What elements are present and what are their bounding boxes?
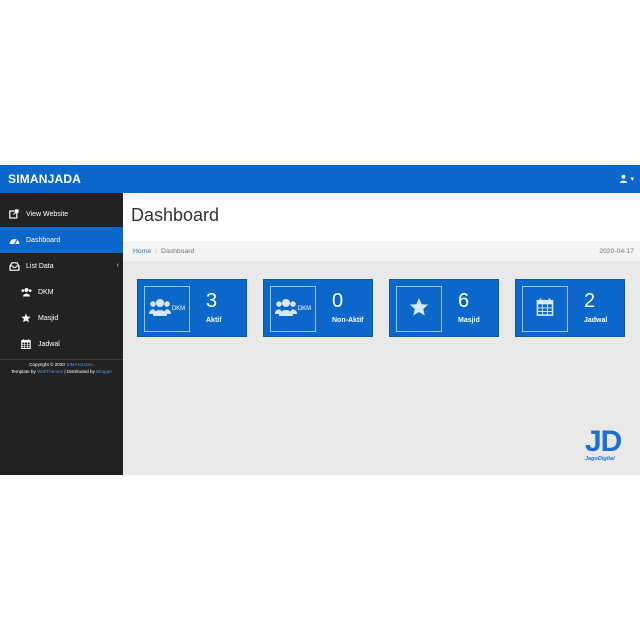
sidebar-item-label: List Data bbox=[26, 262, 54, 270]
users-icon bbox=[20, 286, 32, 298]
card-label: Jadwal bbox=[584, 317, 608, 324]
stat-card-masjid[interactable]: 6 Masjid bbox=[389, 279, 499, 337]
star-icon bbox=[20, 312, 32, 324]
copyright-text: Copyright © 2020 bbox=[29, 362, 65, 367]
page-title: Dashboard bbox=[131, 205, 220, 225]
card-icon-label: DKM bbox=[297, 306, 312, 312]
calendar-icon bbox=[536, 298, 554, 321]
distributed-link[interactable]: Blogger bbox=[96, 369, 112, 374]
sidebar-item-label: Dashboard bbox=[26, 236, 61, 244]
breadcrumb-current: Dashboard bbox=[161, 247, 195, 255]
chevron-down-icon: ▾ bbox=[630, 176, 634, 183]
sidebar-item-jadwal[interactable]: Jadwal bbox=[0, 331, 123, 357]
stat-card-jadwal[interactable]: 2 Jadwal bbox=[515, 279, 625, 337]
jagodigital-watermark: JD JagoDigital bbox=[585, 427, 629, 469]
sidebar-item-label: View Website bbox=[26, 210, 69, 218]
card-value: 2 bbox=[584, 290, 596, 312]
card-icon-box: DKM bbox=[270, 286, 316, 332]
card-icon-box: DKM bbox=[144, 286, 190, 332]
stat-cards: DKM 3 Aktif DKM 0 Non-Aktif 6 Masjid 2 J… bbox=[137, 279, 625, 337]
dashboard-icon bbox=[8, 234, 20, 246]
card-label: Masjid bbox=[458, 317, 480, 324]
brand-title[interactable]: SIMANJADA bbox=[8, 172, 81, 186]
breadcrumb-separator: / bbox=[155, 247, 158, 255]
external-link-icon bbox=[8, 208, 20, 220]
breadcrumb: Home / Dashboard 2020-04-17 bbox=[123, 241, 640, 261]
credits-line: Template by WebThemez | Distributed by B… bbox=[0, 368, 123, 375]
template-link[interactable]: WebThemez bbox=[37, 369, 63, 374]
top-navbar: SIMANJADA ▾ bbox=[0, 165, 640, 193]
stat-card-dkm-non-aktif[interactable]: DKM 0 Non-Aktif bbox=[263, 279, 373, 337]
card-icon-box bbox=[522, 286, 568, 332]
main-content: Dashboard Home / Dashboard 2020-04-17 DK… bbox=[123, 193, 640, 475]
watermark-logo: JD bbox=[585, 425, 622, 458]
calendar-icon bbox=[20, 338, 32, 350]
card-label: Non-Aktif bbox=[332, 317, 364, 324]
card-label: Aktif bbox=[206, 317, 222, 324]
breadcrumb-trail: Home / Dashboard bbox=[133, 248, 194, 255]
copyright-link[interactable]: SIMANJADA bbox=[66, 362, 92, 367]
copyright-period: . bbox=[92, 362, 94, 367]
sidebar-item-label: Jadwal bbox=[38, 340, 60, 348]
users-icon bbox=[148, 297, 171, 322]
watermark-text: JagoDigital bbox=[585, 456, 615, 462]
chevron-left-icon: ‹ bbox=[116, 262, 119, 269]
sidebar-item-label: Masjid bbox=[38, 314, 59, 322]
stat-card-dkm-aktif[interactable]: DKM 3 Aktif bbox=[137, 279, 247, 337]
card-icon-label: DKM bbox=[171, 306, 186, 312]
sidebar-footer: Copyright © 2020 SIMANJADA. Template by … bbox=[0, 360, 123, 375]
page-header: Dashboard bbox=[123, 193, 640, 241]
copyright-line: Copyright © 2020 SIMANJADA. bbox=[0, 361, 123, 368]
card-value: 0 bbox=[332, 290, 344, 312]
app-window: SIMANJADA ▾ View Website Dashboard List … bbox=[0, 165, 640, 475]
sidebar-item-masjid[interactable]: Masjid bbox=[0, 305, 123, 331]
user-icon bbox=[619, 170, 628, 188]
sidebar-item-dashboard[interactable]: Dashboard bbox=[0, 227, 123, 253]
card-value: 6 bbox=[458, 290, 470, 312]
sidebar: View Website Dashboard List Data ‹ DKM M… bbox=[0, 193, 123, 475]
sidebar-item-label: DKM bbox=[38, 288, 54, 296]
template-by-text: Template by bbox=[11, 369, 36, 374]
star-icon bbox=[409, 297, 429, 322]
card-icon-box bbox=[396, 286, 442, 332]
users-icon bbox=[274, 297, 297, 322]
card-value: 3 bbox=[206, 290, 218, 312]
breadcrumb-home-link[interactable]: Home bbox=[133, 248, 151, 255]
sidebar-item-view-website[interactable]: View Website bbox=[0, 201, 123, 227]
sidebar-item-list-data[interactable]: List Data ‹ bbox=[0, 253, 123, 279]
distributed-by-text: | Distributed by bbox=[64, 369, 95, 374]
current-date: 2020-04-17 bbox=[599, 247, 634, 255]
inbox-icon bbox=[8, 260, 20, 272]
user-menu[interactable]: ▾ bbox=[619, 170, 634, 188]
sidebar-item-dkm[interactable]: DKM bbox=[0, 279, 123, 305]
